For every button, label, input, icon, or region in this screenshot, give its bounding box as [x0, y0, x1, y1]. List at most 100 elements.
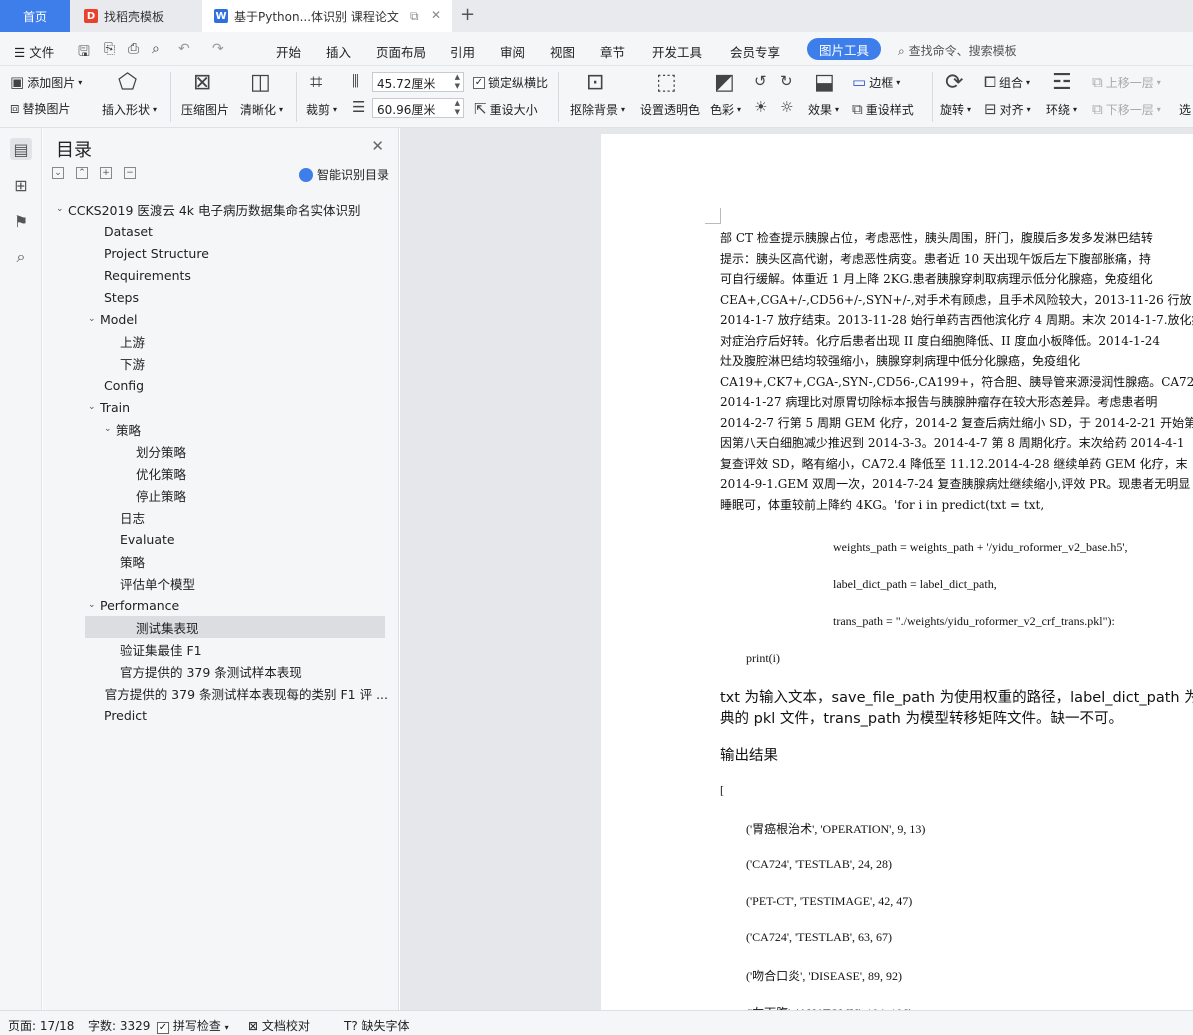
toc-item[interactable]: 日志: [48, 506, 388, 528]
find-icon[interactable]: ⌕: [10, 246, 32, 268]
remove-background-button[interactable]: 抠除背景 ▾: [570, 101, 625, 118]
toc-item[interactable]: ⌄ Model: [48, 308, 388, 330]
undo-icon[interactable]: ↶: [178, 41, 190, 57]
reset-size-button[interactable]: ⇱ 重设大小: [474, 101, 538, 118]
menu-member[interactable]: 会员专享: [730, 42, 780, 61]
menu-view[interactable]: 视图: [550, 42, 575, 61]
toc-item[interactable]: Evaluate: [48, 528, 388, 550]
save-icon[interactable]: 🖫: [78, 41, 90, 65]
replace-picture-button[interactable]: ⧈ 替换图片: [10, 100, 71, 117]
toc-item[interactable]: Requirements: [48, 264, 388, 286]
group-icon: ⧠: [984, 73, 997, 91]
tab-restore-icon[interactable]: ⧉: [410, 9, 419, 24]
lock-ratio-checkbox[interactable]: ✓ 锁定纵横比: [473, 74, 548, 91]
collapse-all-icon[interactable]: ⌄: [52, 167, 64, 179]
word-count[interactable]: 字数: 3329: [88, 1017, 150, 1034]
spinner-arrows-icon[interactable]: ▲ ▼: [455, 73, 460, 91]
add-heading-icon[interactable]: +: [100, 167, 112, 179]
menu-chapter[interactable]: 章节: [600, 42, 625, 61]
spinner-arrows-icon[interactable]: ▲ ▼: [455, 99, 460, 117]
toc-item[interactable]: ⌄ 策略: [48, 418, 388, 440]
expand-chevron-icon[interactable]: ⌄: [56, 204, 68, 214]
print-icon[interactable]: ⎙: [128, 41, 139, 57]
toc-item[interactable]: 停止策略: [48, 484, 388, 506]
new-tab-icon[interactable]: +: [460, 4, 475, 25]
export-pdf-icon[interactable]: ⎘: [104, 41, 115, 57]
menu-start[interactable]: 开始: [276, 42, 301, 61]
spell-check-toggle[interactable]: ✓ 拼写检查 ▾: [157, 1017, 229, 1034]
toc-panel-icon[interactable]: ▤: [10, 138, 32, 160]
toc-item[interactable]: ⌄ Train: [48, 396, 388, 418]
brightness-down-icon[interactable]: ☼: [780, 100, 793, 115]
toc-item[interactable]: 划分策略: [48, 440, 388, 462]
close-icon[interactable]: ✕: [371, 137, 384, 155]
expand-up-icon[interactable]: ⌃: [76, 167, 88, 179]
bring-forward-button[interactable]: ⧉ 上移一层 ▾: [1092, 74, 1161, 91]
file-menu[interactable]: ☰ 文件: [14, 42, 54, 61]
menu-developer[interactable]: 开发工具: [652, 42, 702, 61]
smart-toc-button[interactable]: 智能识别目录: [299, 166, 389, 183]
crop-button[interactable]: 裁剪 ▾: [306, 101, 337, 118]
toc-item[interactable]: 评估单个模型: [48, 572, 388, 594]
rotate-button[interactable]: 旋转 ▾: [940, 101, 971, 118]
toc-item[interactable]: 策略: [48, 550, 388, 572]
chapter-nav-icon[interactable]: ⊞: [10, 174, 32, 196]
document-page[interactable]: 部 CT 检查提示胰腺占位，考虑恶性，胰头周围，肝门，腹膜后多发多发淋巴结转 提示…: [601, 134, 1193, 1010]
sharpen-button[interactable]: 清晰化 ▾: [240, 101, 283, 118]
wrap-button[interactable]: 环绕 ▾: [1046, 101, 1077, 118]
effects-button[interactable]: 效果 ▾: [808, 101, 839, 118]
expand-chevron-icon[interactable]: ⌄: [88, 600, 100, 610]
rotate-right-icon[interactable]: ↻: [780, 74, 793, 89]
expand-chevron-icon[interactable]: ⌄: [88, 314, 100, 324]
print-preview-icon[interactable]: ⌕: [152, 41, 160, 57]
add-picture-button[interactable]: ▣ 添加图片 ▾: [10, 74, 82, 91]
toc-item[interactable]: Predict: [48, 704, 388, 726]
menu-review[interactable]: 审阅: [500, 42, 525, 61]
expand-chevron-icon[interactable]: ⌄: [104, 424, 116, 434]
align-button[interactable]: ⊟ 对齐 ▾: [984, 101, 1031, 118]
expand-chevron-icon[interactable]: ⌄: [88, 402, 100, 412]
toc-item[interactable]: 下游: [48, 352, 388, 374]
side-strip: ▤ ⊞ ⚑ ⌕: [0, 128, 42, 1010]
tab-document[interactable]: W 基于Python...体识别 课程论文 ⧉ ✕: [202, 0, 452, 32]
toc-item[interactable]: ⌄ CCKS2019 医渡云 4k 电子病历数据集命名实体识别: [48, 198, 388, 220]
picture-tools-tab[interactable]: 图片工具: [807, 38, 881, 60]
color-button[interactable]: 色彩 ▾: [710, 101, 741, 118]
border-button[interactable]: ▭ 边框 ▾: [852, 74, 900, 91]
send-backward-button[interactable]: ⧉ 下移一层 ▾: [1092, 101, 1161, 118]
toc-item[interactable]: 测试集表现: [85, 616, 385, 638]
group-button[interactable]: ⧠ 组合 ▾: [984, 74, 1030, 91]
bookmark-icon[interactable]: ⚑: [10, 210, 32, 232]
tab-close-icon[interactable]: ✕: [431, 8, 441, 22]
toc-item[interactable]: Dataset: [48, 220, 388, 242]
select-button[interactable]: 选: [1179, 101, 1191, 118]
toc-item[interactable]: ⌄ Performance: [48, 594, 388, 616]
remove-heading-icon[interactable]: −: [124, 167, 136, 179]
compress-button[interactable]: 压缩图片: [181, 101, 229, 118]
menu-layout[interactable]: 页面布局: [376, 42, 426, 61]
toc-item[interactable]: Steps: [48, 286, 388, 308]
toc-item[interactable]: 验证集最佳 F1: [48, 638, 388, 660]
tab-template[interactable]: D 找稻壳模板: [72, 0, 200, 32]
set-transparent-button[interactable]: 设置透明色: [640, 101, 700, 118]
reset-style-button[interactable]: ⧉ 重设样式: [852, 101, 914, 118]
rotate-left-icon[interactable]: ↺: [754, 74, 767, 89]
toc-item[interactable]: Config: [48, 374, 388, 396]
command-search[interactable]: ⌕ 查找命令、搜索模板: [898, 42, 1017, 59]
redo-icon[interactable]: ↷: [212, 41, 224, 57]
missing-font-button[interactable]: T? 缺失字体: [344, 1017, 410, 1034]
menu-reference[interactable]: 引用: [450, 42, 475, 61]
toc-item[interactable]: 官方提供的 379 条测试样本表现: [48, 660, 388, 682]
height-input[interactable]: 45.72厘米 ▲ ▼: [372, 72, 464, 92]
page-indicator[interactable]: 页面: 17/18: [8, 1017, 74, 1034]
toc-item[interactable]: Project Structure: [48, 242, 388, 264]
toc-item[interactable]: 官方提供的 379 条测试样本表现每的类别 F1 评 ...: [48, 682, 388, 704]
brightness-up-icon[interactable]: ☀: [754, 100, 767, 115]
proofread-button[interactable]: ⊠ 文档校对: [248, 1017, 310, 1034]
toc-item[interactable]: 上游: [48, 330, 388, 352]
insert-shape-button[interactable]: 插入形状 ▾: [102, 101, 157, 118]
width-input[interactable]: 60.96厘米 ▲ ▼: [372, 98, 464, 118]
toc-item[interactable]: 优化策略: [48, 462, 388, 484]
tab-home[interactable]: 首页: [0, 0, 70, 32]
menu-insert[interactable]: 插入: [326, 42, 351, 61]
